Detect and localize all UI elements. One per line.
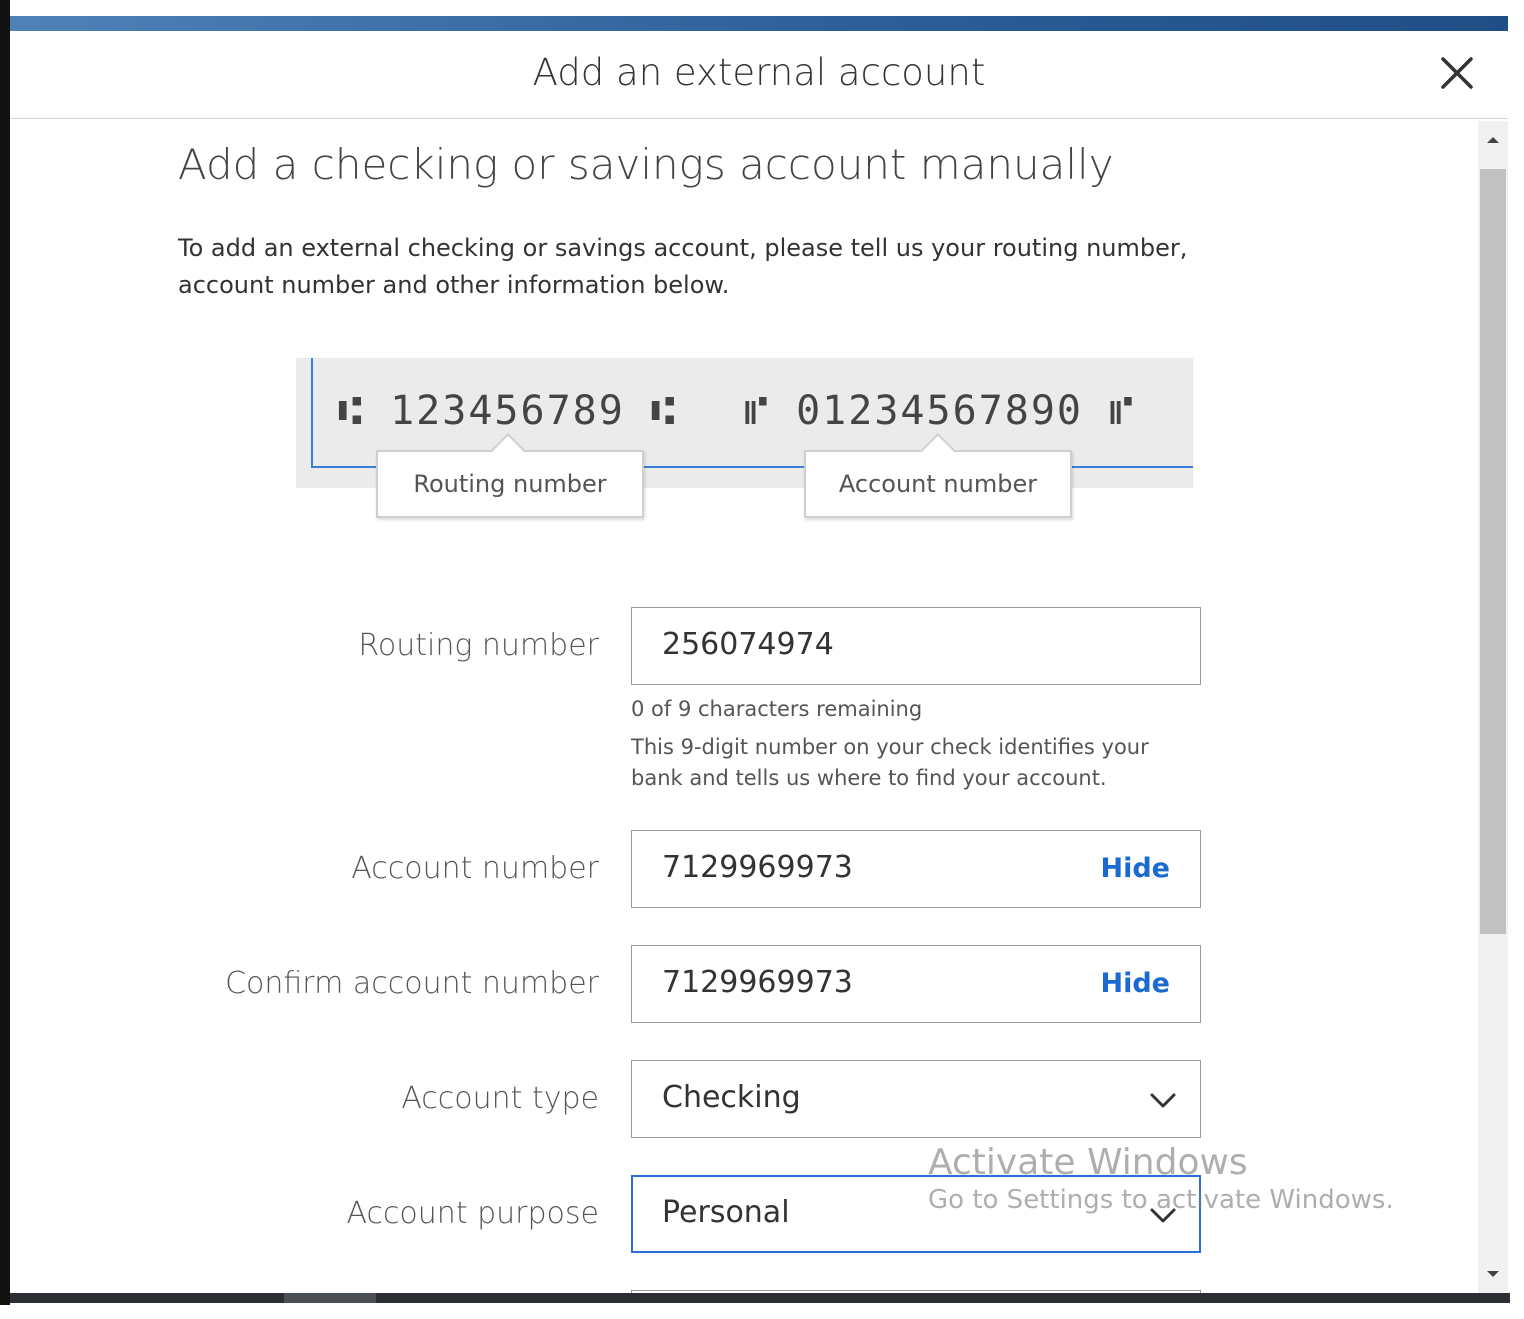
chevron-down-icon	[1150, 1208, 1176, 1223]
scroll-down-arrow-icon[interactable]	[1478, 1265, 1508, 1285]
routing-number-label: Routing number	[358, 628, 599, 663]
account-purpose-label: Account purpose	[346, 1196, 599, 1231]
account-type-label: Account type	[401, 1081, 599, 1116]
routing-number-value: 256074974	[662, 627, 834, 662]
close-icon	[1441, 57, 1473, 89]
confirm-account-number-input[interactable]: 7129969973 Hide	[631, 945, 1201, 1023]
intro-text: To add an external checking or savings a…	[178, 234, 1188, 299]
header-accent-bar	[10, 16, 1508, 31]
dialog-content: Add a checking or savings account manual…	[10, 120, 1478, 1293]
account-purpose-select[interactable]: Personal	[631, 1175, 1201, 1253]
horizontal-scrollbar-thumb[interactable]	[284, 1293, 376, 1303]
routing-char-counter: 0 of 9 characters remaining	[631, 697, 923, 721]
scroll-up-arrow-icon[interactable]	[1478, 129, 1508, 149]
check-routing-digits: ⑆ 123456789 ⑆	[338, 388, 677, 434]
page-title: Add a checking or savings account manual…	[178, 140, 1114, 189]
confirm-account-number-label: Confirm account number	[225, 966, 599, 1001]
close-button[interactable]	[1437, 53, 1477, 93]
dialog-title: Add an external account	[532, 51, 986, 94]
account-purpose-value: Personal	[662, 1195, 790, 1230]
account-number-value: 7129969973	[662, 850, 853, 885]
check-account-digits: ⑈ 01234567890 ⑈	[744, 388, 1136, 434]
add-external-account-dialog: Add an external account Add a checking o…	[10, 16, 1508, 1293]
scrollbar-thumb[interactable]	[1480, 169, 1506, 934]
vertical-scrollbar[interactable]	[1478, 121, 1508, 1293]
account-number-hide-toggle[interactable]: Hide	[1101, 853, 1171, 884]
dialog-header: Add an external account	[10, 31, 1508, 119]
account-type-value: Checking	[662, 1080, 801, 1115]
routing-help-text: This 9-digit number on your check identi…	[631, 735, 1149, 790]
routing-callout: Routing number	[376, 433, 644, 518]
confirm-account-number-value: 7129969973	[662, 965, 853, 1000]
account-callout: Account number	[804, 433, 1072, 518]
confirm-account-number-hide-toggle[interactable]: Hide	[1101, 968, 1171, 999]
account-number-label: Account number	[351, 851, 599, 886]
check-diagram: ⑆ 123456789 ⑆ ⑈ 01234567890 ⑈ Routing nu…	[296, 358, 1193, 518]
account-type-select[interactable]: Checking	[631, 1060, 1201, 1138]
routing-number-input[interactable]: 256074974	[631, 607, 1201, 685]
chevron-down-icon	[1150, 1093, 1176, 1108]
window-edge	[0, 0, 10, 1305]
account-number-input[interactable]: 7129969973 Hide	[631, 830, 1201, 908]
horizontal-scrollbar[interactable]	[10, 1293, 1510, 1303]
